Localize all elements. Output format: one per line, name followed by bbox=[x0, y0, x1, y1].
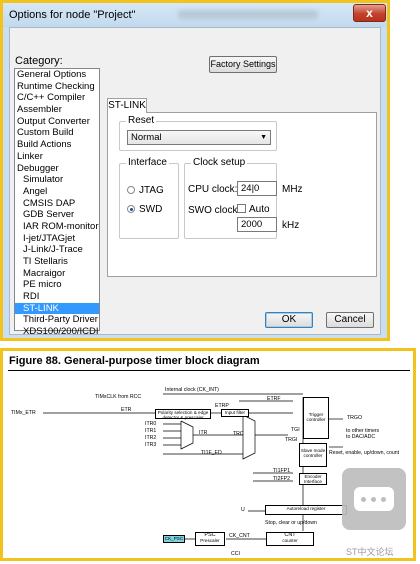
factory-settings-button[interactable]: Factory Settings bbox=[209, 56, 277, 73]
itr1-label: ITR1 bbox=[145, 428, 157, 434]
category-label: Category: bbox=[15, 55, 63, 67]
counter-label: counter bbox=[282, 538, 298, 543]
ok-button[interactable]: OK bbox=[265, 312, 313, 328]
category-item[interactable]: RDI bbox=[15, 291, 99, 303]
chat-dot-icon bbox=[381, 497, 386, 502]
close-button[interactable]: x bbox=[353, 4, 386, 22]
category-item[interactable]: Build Actions bbox=[15, 139, 99, 151]
trgi-mux bbox=[242, 414, 256, 460]
radio-jtag-label: JTAG bbox=[139, 185, 164, 196]
ti2fp2-label: TI2FP2 bbox=[273, 476, 291, 482]
category-item[interactable]: Macraigor bbox=[15, 268, 99, 280]
chat-dot-icon bbox=[361, 497, 366, 502]
category-item[interactable]: General Options bbox=[15, 69, 99, 81]
chevron-down-icon: ▼ bbox=[260, 134, 267, 141]
radio-swd-indicator bbox=[127, 205, 135, 213]
input-filter-block: Input filter bbox=[221, 409, 249, 417]
category-item[interactable]: Simulator bbox=[15, 174, 99, 186]
dialog-title: Options for node "Project" bbox=[9, 9, 136, 21]
itr2-label: ITR2 bbox=[145, 435, 157, 441]
ck-psc-highlight: CK_PSC bbox=[163, 535, 185, 543]
slave-mode-controller-block: Slave mode controller bbox=[299, 443, 327, 467]
trigger-controller-block: Trigger controller bbox=[303, 397, 329, 439]
tab-st-link[interactable]: ST-LINK bbox=[107, 98, 147, 113]
cpu-clock-input[interactable]: 24|0 bbox=[237, 181, 277, 196]
polarity-selection-block: Polarity selection & edge detector & pre… bbox=[155, 409, 211, 420]
radio-swd[interactable]: SWD bbox=[127, 204, 162, 215]
u-label: U bbox=[241, 507, 245, 513]
cpu-clock-label: CPU clock: bbox=[188, 184, 238, 195]
category-item[interactable]: Custom Build bbox=[15, 127, 99, 139]
auto-checkbox-box bbox=[237, 204, 246, 213]
category-item[interactable]: PE micro bbox=[15, 279, 99, 291]
category-item[interactable]: IAR ROM-monitor bbox=[15, 221, 99, 233]
category-item[interactable]: GDB Server bbox=[15, 209, 99, 221]
trc-label: TRC bbox=[233, 431, 244, 437]
category-item[interactable]: J-Link/J-Trace bbox=[15, 244, 99, 256]
title-bar: Options for node "Project" x bbox=[3, 3, 387, 27]
interface-group: Interface bbox=[119, 157, 179, 239]
category-item[interactable]: Runtime Checking bbox=[15, 81, 99, 93]
swo-clock-label: SWO clock: bbox=[188, 205, 241, 216]
category-item[interactable]: Angel bbox=[15, 186, 99, 198]
ccu-label: CCI bbox=[231, 551, 240, 557]
category-item[interactable]: Assembler bbox=[15, 104, 99, 116]
interface-group-label: Interface bbox=[126, 157, 169, 168]
radio-jtag[interactable]: JTAG bbox=[127, 185, 164, 196]
swo-clock-input[interactable]: 2000 bbox=[237, 217, 277, 232]
reset-dropdown[interactable]: Normal ▼ bbox=[127, 130, 271, 145]
blurred-title-text bbox=[178, 10, 318, 19]
encoder-interface-block: Encoder Interface bbox=[299, 473, 327, 485]
category-item[interactable]: C/C++ Compiler bbox=[15, 92, 99, 104]
radio-jtag-indicator bbox=[127, 186, 135, 194]
ti1f-ed-label: TI1F_ED bbox=[201, 450, 222, 456]
tgi-label: TGI bbox=[291, 427, 300, 433]
cancel-button[interactable]: Cancel bbox=[326, 312, 374, 328]
forum-watermark: ST中文论坛 bbox=[346, 547, 394, 557]
category-list[interactable]: General Options Runtime Checking C/C++ Com… bbox=[14, 68, 100, 337]
itr-label: ITR bbox=[199, 430, 208, 436]
category-item[interactable]: CMSIS DAP bbox=[15, 198, 99, 210]
ck-cnt-label: CK_CNT bbox=[229, 533, 250, 539]
category-item[interactable]: Output Converter bbox=[15, 116, 99, 128]
cnt-counter-block: CNT counter bbox=[266, 532, 314, 546]
internal-clock-label: Internal clock (CK_INT) bbox=[165, 387, 219, 393]
psc-prescaler-block: PSC Prescaler bbox=[195, 532, 225, 546]
etr-label: ETR bbox=[121, 407, 132, 413]
category-item[interactable]: XDS100/200/ICDI bbox=[15, 326, 99, 338]
radio-swd-label: SWD bbox=[139, 204, 163, 215]
category-item[interactable]: Debugger bbox=[15, 163, 99, 175]
to-dac-adc-label: to DAC/ADC bbox=[346, 434, 376, 440]
ti1fp1-label: TI1FP1 bbox=[273, 468, 291, 474]
prescaler-label: Prescaler bbox=[200, 538, 220, 543]
reset-dropdown-value: Normal bbox=[131, 132, 162, 143]
stop-clear-label: Stop, clear or up/down bbox=[265, 520, 317, 526]
category-item[interactable]: Third-Party Driver bbox=[15, 314, 99, 326]
reset-enable-label: Reset, enable, up/down, count bbox=[329, 450, 400, 456]
chat-dot-icon bbox=[371, 497, 376, 502]
auto-checkbox-label: Auto bbox=[249, 204, 270, 215]
category-item[interactable]: ST-LINK bbox=[15, 302, 99, 315]
category-item[interactable]: TI Stellaris bbox=[15, 256, 99, 268]
itr-mux bbox=[180, 420, 194, 450]
clock-setup-group-label: Clock setup bbox=[191, 157, 248, 168]
timxclk-label: TIMxCLK from RCC bbox=[95, 394, 142, 400]
category-item[interactable]: Linker bbox=[15, 151, 99, 163]
itr0-label: ITR0 bbox=[145, 421, 157, 427]
diagram-screenshot: Figure 88. General-purpose timer block d… bbox=[0, 348, 416, 561]
cpu-clock-unit: MHz bbox=[282, 184, 303, 195]
auto-checkbox[interactable]: Auto bbox=[237, 204, 270, 215]
category-item[interactable]: I-jet/JTAGjet bbox=[15, 233, 99, 245]
reset-group-label: Reset bbox=[126, 115, 157, 126]
timx-etr-label: TIMx_ETR bbox=[11, 410, 36, 416]
itr3-label: ITR3 bbox=[145, 442, 157, 448]
swo-clock-unit: kHz bbox=[282, 220, 300, 231]
autoreload-register-block: Autoreload register bbox=[265, 505, 347, 515]
trgi-label: TRGI bbox=[285, 437, 298, 443]
trgo-label: TRGO bbox=[347, 415, 362, 421]
etrf-label: ETRF bbox=[267, 396, 281, 402]
dialog-screenshot: Options for node "Project" x Category: G… bbox=[0, 0, 390, 341]
